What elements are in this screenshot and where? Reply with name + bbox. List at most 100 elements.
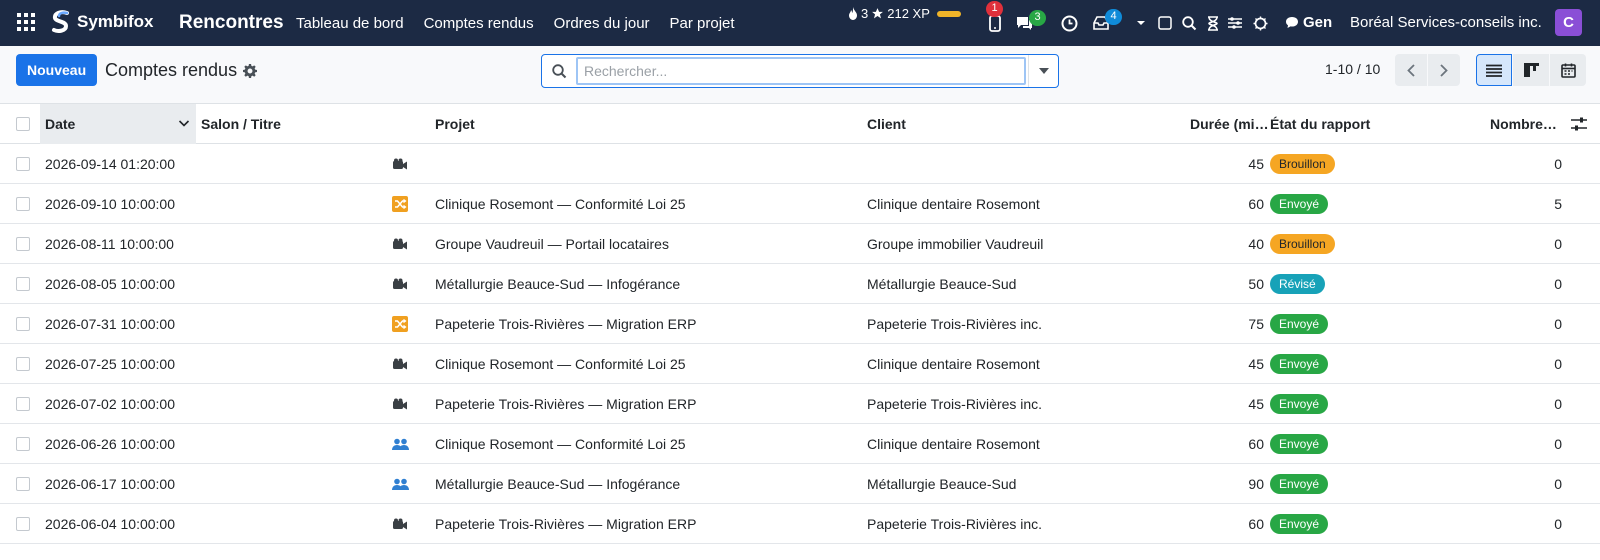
column-label-date: Date <box>45 116 76 132</box>
table-row[interactable]: 2026-08-11 10:00:00 Groupe Vaudreuil — Po… <box>0 224 1600 264</box>
search-icon[interactable] <box>1179 13 1199 33</box>
calendar-view-button[interactable] <box>1550 54 1586 86</box>
table-header: Date Salon / Titre Projet Client Durée (… <box>0 104 1600 144</box>
column-options-icon[interactable] <box>1571 116 1587 132</box>
cell-etat: Brouillon <box>1270 224 1450 264</box>
cell-nombre: 0 <box>1554 356 1562 372</box>
table-row[interactable]: 2026-06-17 10:00:00 Métallurgie Beauce-Su… <box>0 464 1600 504</box>
people-icon <box>388 464 412 504</box>
kanban-view-icon <box>1523 63 1539 77</box>
cell-nombre: 0 <box>1554 476 1562 492</box>
brand[interactable]: Symbifox <box>51 10 154 34</box>
column-header-nombre[interactable]: Nombre de pièces jointes <box>1490 104 1560 144</box>
cell-client: Groupe immobilier Vaudreuil <box>867 236 1044 252</box>
caret-down-icon[interactable] <box>1136 13 1146 33</box>
caret-down-icon <box>1038 68 1049 74</box>
cell-duree: 60 <box>1248 196 1264 212</box>
new-button[interactable]: Nouveau <box>16 54 98 86</box>
cell-nombre: 0 <box>1554 156 1562 172</box>
clock-icon[interactable] <box>1059 13 1079 33</box>
row-checkbox[interactable] <box>16 517 30 531</box>
row-checkbox[interactable] <box>16 197 30 211</box>
list-view-button[interactable] <box>1476 54 1512 86</box>
search-bar-icon <box>542 55 576 87</box>
row-checkbox[interactable] <box>16 157 30 171</box>
row-checkbox[interactable] <box>16 477 30 491</box>
row-checkbox[interactable] <box>16 277 30 291</box>
column-header-projet[interactable]: Projet <box>435 104 855 144</box>
menu-item-comptes-rendus[interactable]: Comptes rendus <box>424 15 534 32</box>
apps-grid-icon[interactable] <box>17 13 35 31</box>
cell-date: 2026-09-14 01:20:00 <box>45 156 175 172</box>
cell-etat: Envoyé <box>1270 184 1450 224</box>
cell-nombre: 0 <box>1554 516 1562 532</box>
camera-icon <box>388 144 412 184</box>
company-name[interactable]: Boréal Services-conseils inc. <box>1350 14 1542 31</box>
row-checkbox[interactable] <box>16 237 30 251</box>
flame-icon <box>849 7 857 20</box>
shuffle-icon <box>388 184 412 224</box>
row-checkbox[interactable] <box>16 437 30 451</box>
cell-duree: 50 <box>1248 276 1264 292</box>
select-all-checkbox[interactable] <box>16 117 30 131</box>
menu-item-ordres-du-jour[interactable]: Ordres du jour <box>554 15 650 32</box>
main-menu: Tableau de bord Comptes rendus Ordres du… <box>296 0 755 46</box>
camera-icon <box>388 264 412 304</box>
breadcrumb: Comptes rendus <box>105 60 258 81</box>
menu-item-par-projet[interactable]: Par projet <box>670 15 735 32</box>
kanban-view-button[interactable] <box>1513 54 1549 86</box>
row-checkbox[interactable] <box>16 317 30 331</box>
table-row[interactable]: 2026-06-26 10:00:00 Clinique Rosemont — C… <box>0 424 1600 464</box>
cell-projet: Métallurgie Beauce-Sud — Infogérance <box>435 276 681 292</box>
status-badge: Brouillon <box>1270 154 1335 175</box>
pager-value[interactable]: 1-10 / 10 <box>1325 61 1380 77</box>
search-options-toggle[interactable] <box>1028 55 1058 87</box>
status-badge: Envoyé <box>1270 194 1329 215</box>
avatar-letter: C <box>1563 14 1574 31</box>
pager-next-button[interactable] <box>1428 54 1460 86</box>
column-header-salon[interactable]: Salon / Titre <box>196 104 428 144</box>
cell-nombre: 0 <box>1554 316 1562 332</box>
app-title[interactable]: Rencontres <box>179 12 284 34</box>
chevron-left-icon <box>1407 63 1415 77</box>
bug-icon[interactable] <box>1250 13 1270 33</box>
gen-assistant-button[interactable]: Gen <box>1285 14 1332 31</box>
row-checkbox[interactable] <box>16 397 30 411</box>
table-row[interactable]: 2026-07-25 10:00:00 Clinique Rosemont — C… <box>0 344 1600 384</box>
search-bar <box>541 54 1059 88</box>
sliders-icon[interactable] <box>1225 13 1245 33</box>
cell-projet: Papeterie Trois-Rivières — Migration ERP <box>435 316 697 332</box>
cell-etat: Envoyé <box>1270 424 1450 464</box>
column-header-duree[interactable]: Durée (minutes) <box>1190 104 1274 144</box>
cell-date: 2026-06-26 10:00:00 <box>45 436 175 452</box>
table-row[interactable]: 2026-09-14 01:20:00 45 Brouillon 0 <box>0 144 1600 184</box>
table-row[interactable]: 2026-07-02 10:00:00 Papeterie Trois-Riviè… <box>0 384 1600 424</box>
cell-client: Clinique dentaire Rosemont <box>867 196 1040 212</box>
cell-etat: Envoyé <box>1270 344 1450 384</box>
table-row[interactable]: 2026-08-05 10:00:00 Métallurgie Beauce-Su… <box>0 264 1600 304</box>
search-input[interactable] <box>576 57 1026 85</box>
activity-badge: 4 <box>1105 9 1122 25</box>
cell-nombre: 0 <box>1554 396 1562 412</box>
column-header-etat[interactable]: État du rapport <box>1270 104 1450 144</box>
window-icon[interactable] <box>1155 13 1175 33</box>
column-header-date[interactable]: Date <box>40 104 196 144</box>
user-avatar[interactable]: C <box>1555 9 1582 36</box>
table-row[interactable]: 2026-07-31 10:00:00 Papeterie Trois-Riviè… <box>0 304 1600 344</box>
cell-duree: 90 <box>1248 476 1264 492</box>
column-header-client[interactable]: Client <box>867 104 1167 144</box>
gear-icon[interactable] <box>243 63 258 78</box>
row-checkbox[interactable] <box>16 357 30 371</box>
table-row[interactable]: 2026-09-10 10:00:00 Clinique Rosemont — C… <box>0 184 1600 224</box>
pager-previous-button[interactable] <box>1395 54 1427 86</box>
cell-etat: Brouillon <box>1270 144 1450 184</box>
cell-projet: Clinique Rosemont — Conformité Loi 25 <box>435 196 686 212</box>
cell-client <box>867 144 1167 184</box>
menu-item-tableau-de-bord[interactable]: Tableau de bord <box>296 15 404 32</box>
status-badge: Envoyé <box>1270 354 1329 375</box>
speech-bubble-icon <box>1286 17 1298 28</box>
people-icon <box>388 424 412 464</box>
table-row[interactable]: 2026-06-04 10:00:00 Papeterie Trois-Riviè… <box>0 504 1600 544</box>
hourglass-icon[interactable] <box>1203 13 1223 33</box>
gamification-stats[interactable]: 3 212 XP <box>848 6 961 21</box>
